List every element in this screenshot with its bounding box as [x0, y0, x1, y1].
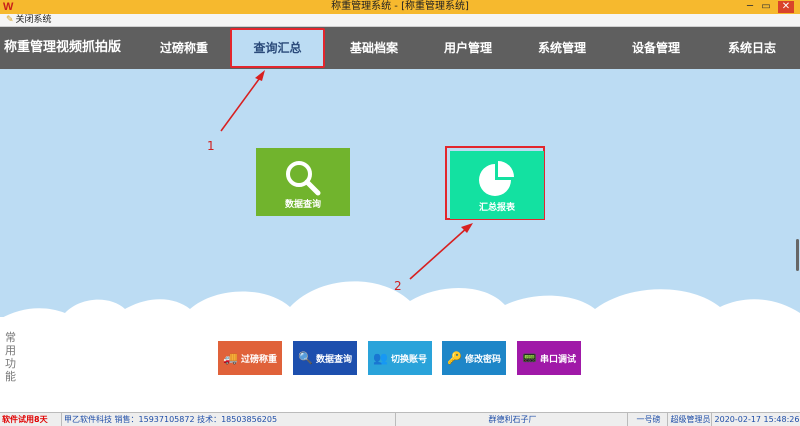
maximize-button[interactable]: ▭ — [760, 1, 772, 13]
title-bar: W 称重管理系统 - [称重管理系统] ─ ▭ ✕ — [0, 0, 800, 14]
exit-icon: ✎ — [6, 15, 14, 25]
common-functions-label: 常用功能 — [5, 331, 16, 383]
quick-data-query-button[interactable]: 🔍 数据查询 — [293, 341, 357, 375]
close-system-label: 关闭系统 — [15, 15, 52, 25]
quick-data-query-label: 数据查询 — [315, 354, 352, 365]
quick-serial-debug-label: 串口调试 — [539, 354, 576, 365]
quick-change-password-label: 修改密码 — [464, 354, 501, 365]
key-icon: 🔑 — [447, 351, 462, 365]
minimize-button[interactable]: ─ — [744, 1, 756, 13]
nav-item-device-management[interactable]: 设备管理 — [622, 27, 690, 69]
quick-weighing-button[interactable]: 🚚 过磅称重 — [218, 341, 282, 375]
company-contact: 甲乙软件科技 销售：15937105872 技术：18503856205 — [62, 413, 396, 426]
quick-weighing-label: 过磅称重 — [240, 354, 277, 365]
nav-item-system-log[interactable]: 系统日志 — [718, 27, 786, 69]
nav-item-user-management[interactable]: 用户管理 — [434, 27, 502, 69]
quick-serial-debug-button[interactable]: 📟 串口调试 — [517, 341, 581, 375]
main-content: 1 2 数据查询 汇总报表 常用功能 🚚过磅称重 🔍数据查询 👥切换账号 — [0, 69, 800, 412]
truck-icon: 🚚 — [223, 351, 238, 365]
close-system-menu-item[interactable]: ✎ 关闭系统 — [6, 14, 52, 27]
users-icon: 👥 — [373, 351, 388, 365]
scale-name: 一号磅 — [628, 413, 668, 426]
status-bar: 软件试用8天 甲乙软件科技 销售：15937105872 技术：18503856… — [0, 412, 800, 426]
nav-item-system-management[interactable]: 系统管理 — [528, 27, 596, 69]
quick-switch-account-button[interactable]: 👥 切换账号 — [368, 341, 432, 375]
quick-switch-account-label: 切换账号 — [390, 354, 427, 365]
app-brand: 称重管理视频抓拍版 — [4, 40, 122, 55]
main-nav: 称重管理视频抓拍版 过磅称重 查询汇总 基础档案 用户管理 系统管理 设备管理 … — [0, 27, 800, 69]
device-icon: 📟 — [522, 351, 537, 365]
search-icon: 🔍 — [298, 351, 313, 365]
datetime: 2020-02-17 15:48:26 — [714, 415, 800, 424]
nav-item-basic-records[interactable]: 基础档案 — [340, 27, 408, 69]
quick-change-password-button[interactable]: 🔑 修改密码 — [442, 341, 506, 375]
customer-name: 群德利石子厂 — [396, 413, 628, 426]
window-title: 称重管理系统 - [称重管理系统] — [331, 1, 469, 12]
nav-item-query-summary[interactable]: 查询汇总 — [230, 28, 325, 68]
user-role: 超级管理员 — [668, 413, 712, 426]
close-window-button[interactable]: ✕ — [778, 1, 794, 13]
scrollbar-thumb[interactable] — [796, 239, 799, 271]
trial-status: 软件试用8天 — [0, 413, 62, 426]
nav-item-weighing[interactable]: 过磅称重 — [150, 27, 218, 69]
menu-strip: ✎ 关闭系统 — [0, 14, 800, 27]
